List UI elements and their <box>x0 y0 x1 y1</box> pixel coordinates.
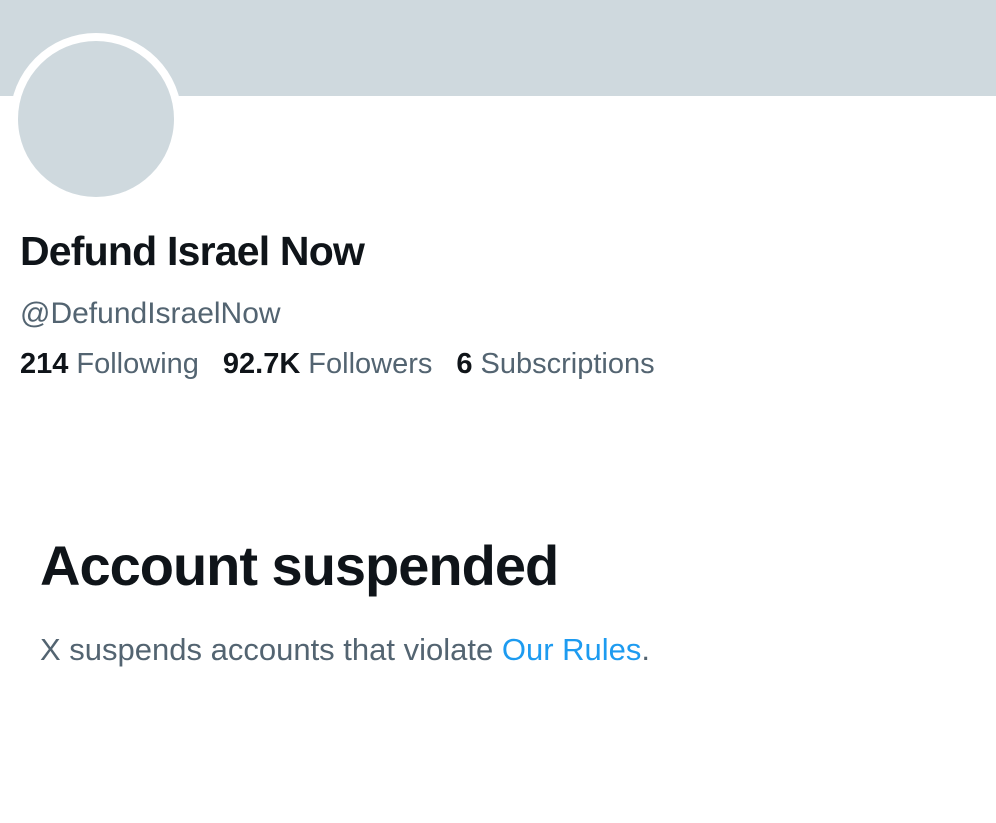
subscriptions-label: Subscriptions <box>480 348 655 380</box>
profile-stats: 214 Following 92.7K Followers 6 Subscrip… <box>20 348 655 381</box>
avatar[interactable] <box>10 33 182 205</box>
account-suspended-title: Account suspended <box>40 534 559 597</box>
followers-label: Followers <box>308 348 433 380</box>
our-rules-link[interactable]: Our Rules <box>502 632 642 667</box>
following-count-link[interactable]: 214 Following <box>20 348 199 381</box>
display-name: Defund Israel Now <box>20 228 365 274</box>
suspension-description: X suspends accounts that violate Our Rul… <box>40 632 650 668</box>
followers-count: 92.7K <box>222 348 301 380</box>
following-label: Following <box>76 348 199 380</box>
following-count: 214 <box>20 348 69 380</box>
user-handle: @DefundIsraelNow <box>20 297 281 330</box>
followers-count-link[interactable]: 92.7K Followers <box>223 348 432 381</box>
subscriptions-count-link[interactable]: 6 Subscriptions <box>456 348 654 381</box>
subscriptions-count: 6 <box>456 348 473 380</box>
suspension-description-text: X suspends accounts that violate <box>40 632 502 667</box>
avatar-placeholder <box>18 41 174 197</box>
suspension-description-period: . <box>641 632 651 667</box>
